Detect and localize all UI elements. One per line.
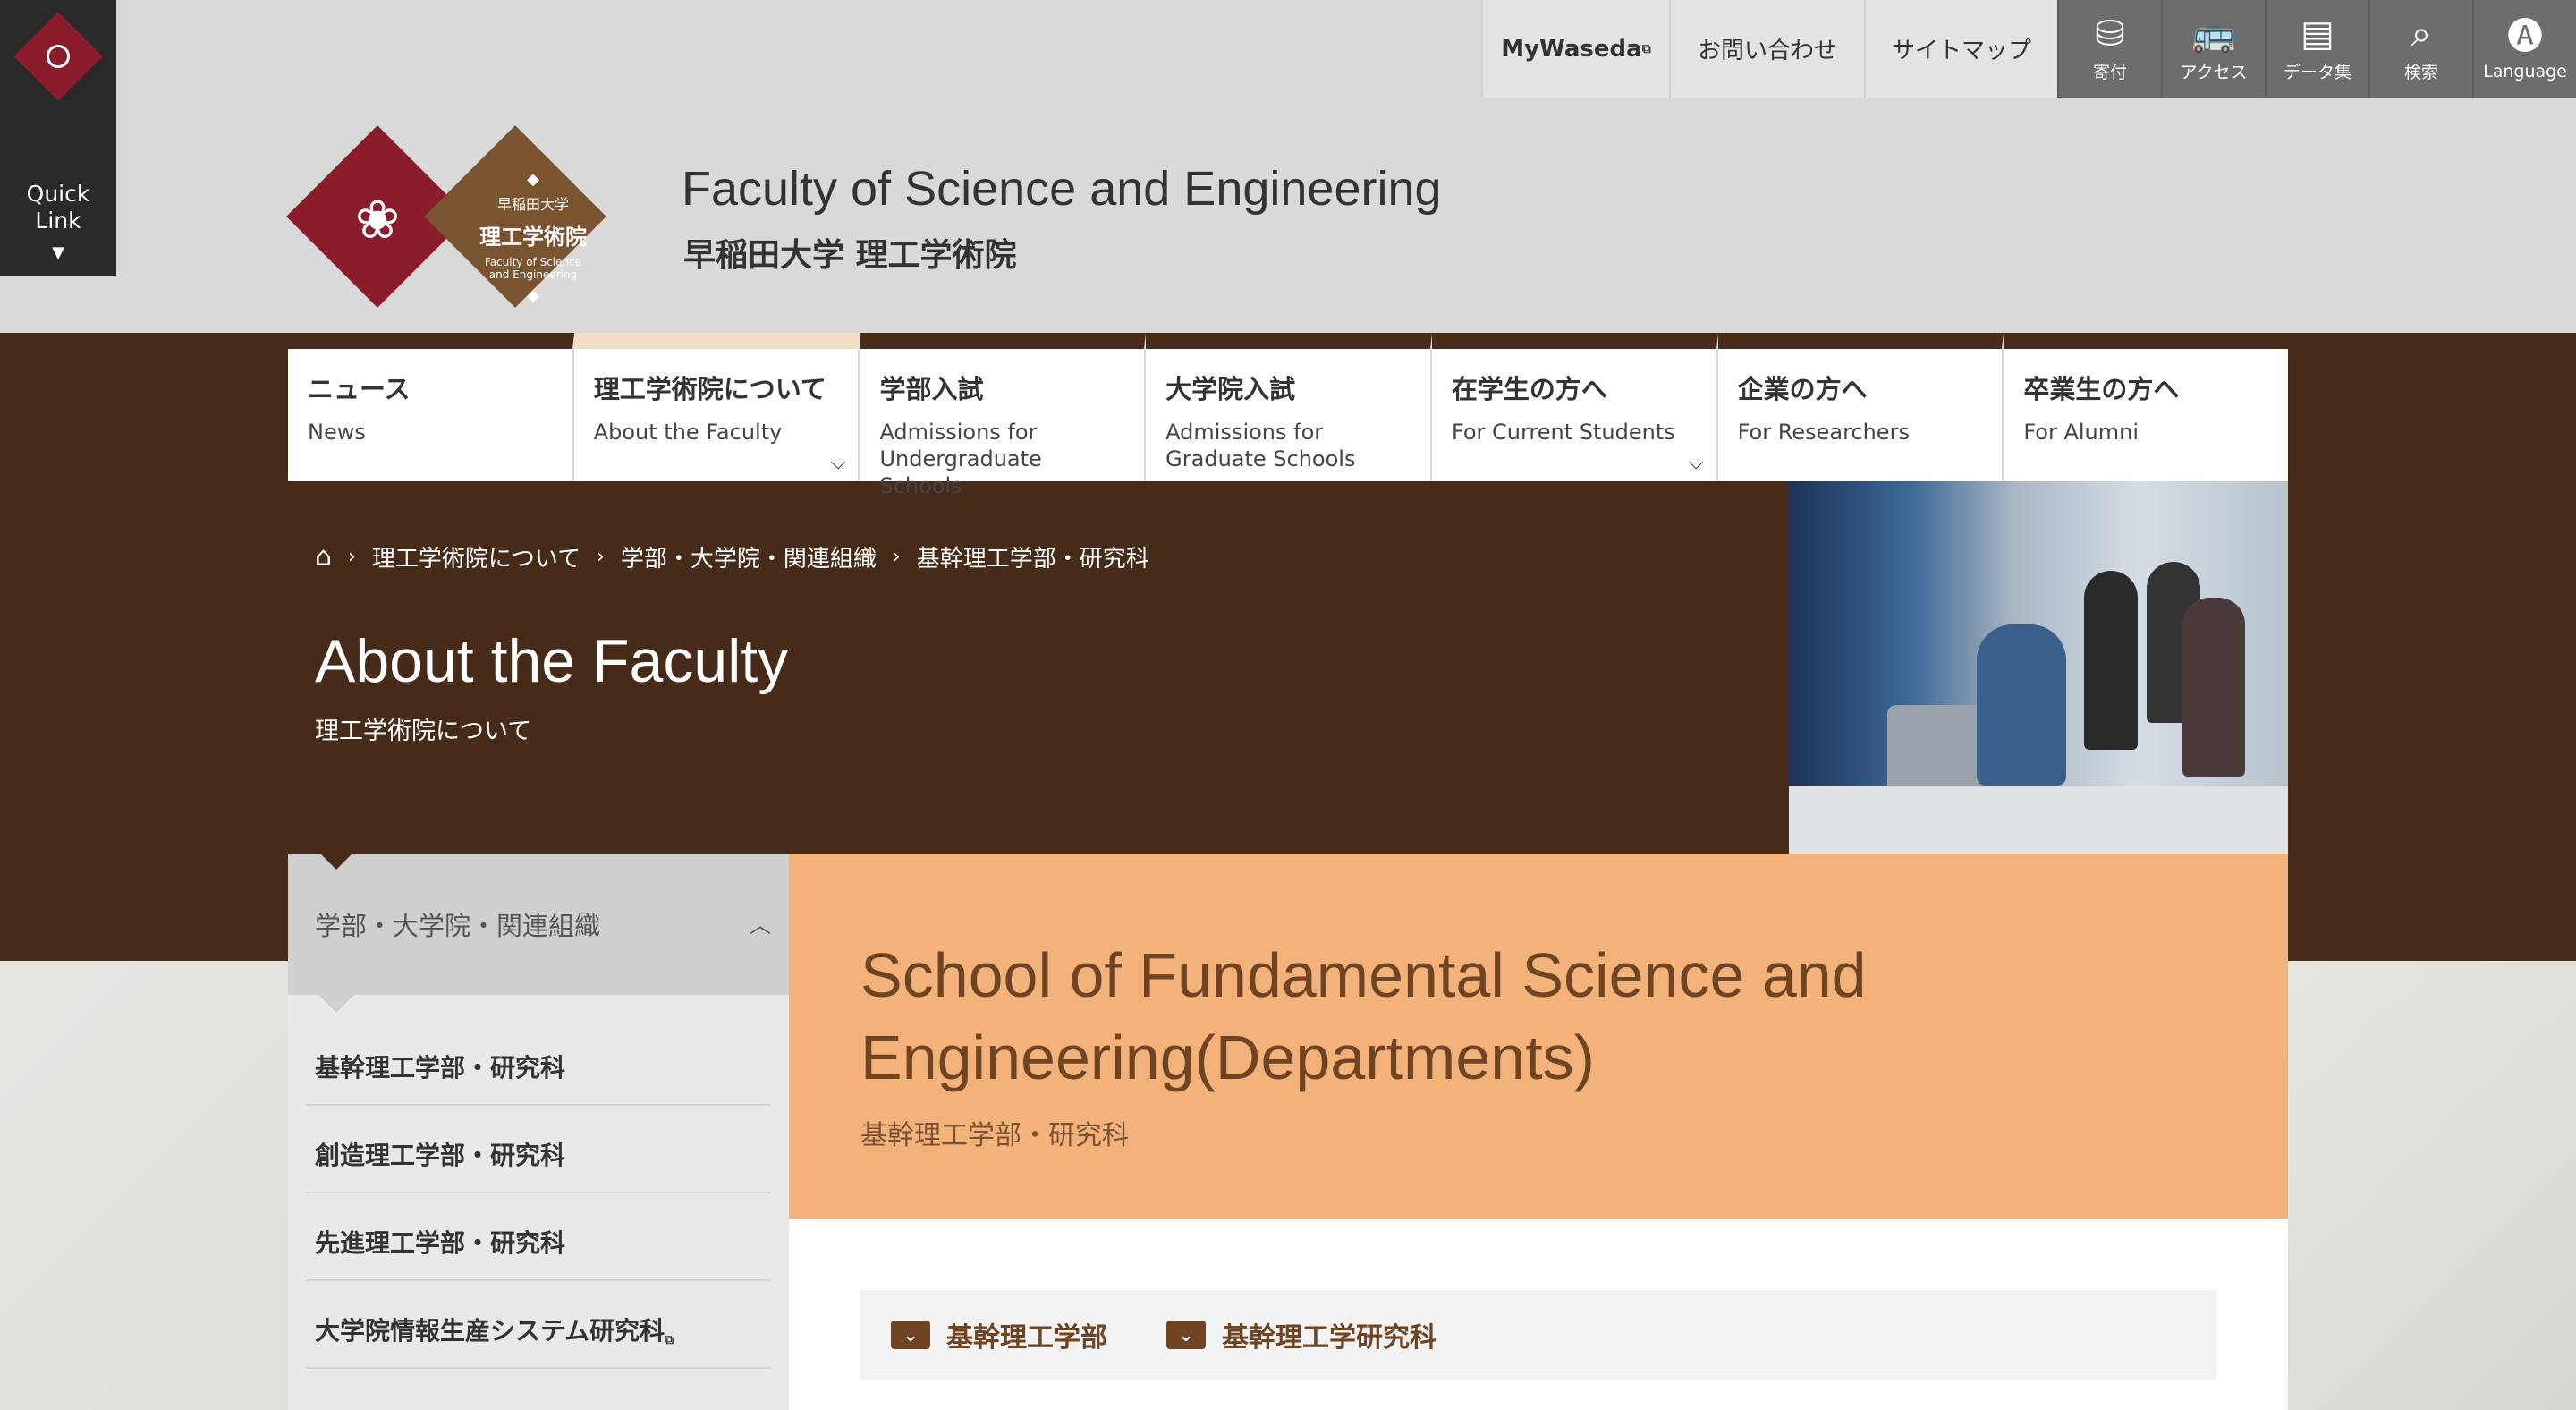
sidebar: 学部・大学院・関連組織 ︿ 基幹理工学部・研究科 創造理工学部・研究科 先進理工… [288,852,789,1410]
section-title: School of Fundamental Science and Engine… [860,940,1867,1092]
nav-item-news[interactable]: ニュース News [288,333,574,481]
chevron-up-icon: ︿ [750,913,771,938]
language-icon: 🅐 [2507,15,2543,57]
sidebar-item-label: 大学院情報生産システム研究科 [315,1316,665,1346]
sidebar-item-ips[interactable]: 大学院情報生産システム研究科⧉ [306,1281,771,1369]
quick-link-panel[interactable]: Quick Link ▼ [0,0,116,276]
quick-link-label: Quick Link [0,181,116,234]
nav-label-en: For Alumni [2023,420,2139,445]
page-title: About the Faculty [315,627,789,695]
chevron-down-icon: ⌄ [891,1321,930,1349]
sitemap-link[interactable]: サイトマップ [1864,0,2057,98]
nav-item-grad-admissions[interactable]: 大学院入試 Admissions for Graduate Schools [1146,333,1432,481]
sidebar-list: 基幹理工学部・研究科 創造理工学部・研究科 先進理工学部・研究科 大学院情報生産… [288,995,789,1369]
sidebar-item-advanced[interactable]: 先進理工学部・研究科 [306,1193,771,1281]
home-icon[interactable]: ⌂ [315,541,332,573]
breadcrumb: ⌂ › 理工学術院について › 学部・大学院・関連組織 › 基幹理工学部・研究科 [315,540,1149,573]
donation-icon: ⛁ [2095,13,2125,55]
nav-item-researchers[interactable]: 企業の方へ For Researchers [1717,333,2004,481]
badge-top-text: 早稲田大学 [496,196,569,213]
chevron-right-icon: › [597,546,605,568]
quick-link-line1: Quick [26,181,90,207]
external-link-icon: ⧉ [665,1333,674,1347]
language-button[interactable]: 🅐 Language [2472,0,2576,98]
nav-item-about[interactable]: 理工学術院について About the Faculty ⌵ [573,333,860,481]
section-hero: School of Fundamental Science and Engine… [789,854,2288,1219]
nav-label-jp: 企業の方へ [1737,374,1868,404]
nav-label-jp: ニュース [308,374,411,404]
waseda-mini-emblem-icon [13,12,103,101]
external-link-icon: ⧉ [1641,41,1651,56]
main-content: ⌄ 基幹理工学部 ⌄ 基幹理工学研究科 [789,1219,2288,1410]
nav-label-en: News [308,420,366,445]
badge-main-text: 理工学術院 [479,225,587,250]
mywaseda-label: MyWaseda [1501,35,1642,63]
notch-decoration [318,995,354,1013]
notch-decoration [318,852,354,870]
nav-label-en: About the Faculty [593,420,783,445]
search-label: 検索 [2403,63,2438,82]
search-icon: ⌕ [2411,13,2432,55]
tab-label: 基幹理工学研究科 [1222,1322,1436,1354]
nav-item-undergrad-admissions[interactable]: 学部入試 Admissions for Undergraduate School… [860,333,1147,498]
nav-item-current-students[interactable]: 在学生の方へ For Current Students ⌵ [1431,333,1718,481]
chevron-down-icon: ⌵ [830,452,846,474]
donation-label: 寄付 [2092,63,2127,82]
header-photo [1789,481,2288,854]
language-label: Language [2483,61,2567,81]
nav-label-jp: 在学生の方へ [1451,374,1607,404]
waseda-emblem-icon: ❀ [354,189,401,251]
breadcrumb-item[interactable]: 理工学術院について [372,540,580,573]
breadcrumb-item[interactable]: 学部・大学院・関連組織 [621,540,877,573]
nav-item-alumni[interactable]: 卒業生の方へ For Alumni [2004,333,2289,481]
data-book-label: データ集 [2283,63,2351,82]
chevron-right-icon: › [892,546,901,568]
site-subtitle: 早稲田大学 理工学術院 [683,237,1017,274]
tab-graduate[interactable]: ⌄ 基幹理工学研究科 [1166,1315,1436,1355]
nav-label-jp: 理工学術院について [593,374,826,404]
nav-label-jp: 卒業生の方へ [2023,374,2180,404]
breadcrumb-current: 基幹理工学部・研究科 [916,546,1149,573]
anchor-tabs: ⌄ 基幹理工学部 ⌄ 基幹理工学研究科 [860,1290,2216,1380]
nav-label-en: Admissions for Undergraduate Schools [879,420,1042,498]
chevron-down-icon: ⌄ [1166,1321,1206,1349]
caret-down-icon: ▼ [52,243,64,262]
global-nav: ニュース News 理工学術院について About the Faculty ⌵ … [288,333,2289,498]
data-book-icon: ▤ [2301,13,2334,55]
diamond-dot-icon: ◆ [527,286,539,305]
sidebar-heading-label: 学部・大学院・関連組織 [315,911,601,941]
nav-label-jp: 大学院入試 [1165,374,1296,404]
contact-link[interactable]: お問い合わせ [1669,0,1864,98]
sidebar-heading[interactable]: 学部・大学院・関連組織 ︿ [288,852,789,1013]
site-header: MyWaseda ⧉ お問い合わせ サイトマップ ⛁ 寄付 🚌 アクセス ▤ デー… [0,0,2576,333]
chevron-right-icon: › [348,546,356,568]
section-subtitle: 基幹理工学部・研究科 [860,1120,1129,1151]
quick-link-line2: Link [35,208,81,234]
search-button[interactable]: ⌕ 検索 [2368,0,2472,98]
access-label: アクセス [2180,63,2248,82]
sidebar-item-fundamental[interactable]: 基幹理工学部・研究科 [306,1027,771,1106]
tab-label: 基幹理工学部 [946,1322,1107,1354]
faculty-badge-text: ◆ 早稲田大学 理工学術院 Faculty of Science and Eng… [467,170,599,305]
tab-undergraduate[interactable]: ⌄ 基幹理工学部 [891,1315,1107,1355]
data-book-button[interactable]: ▤ データ集 [2265,0,2368,98]
nav-label-en: Admissions for Graduate Schools [1165,420,1356,471]
diamond-dot-icon: ◆ [527,170,539,189]
bus-icon: 🚌 [2191,13,2236,55]
chevron-down-icon: ⌵ [1688,452,1704,474]
nav-label-en: For Current Students [1451,420,1675,445]
badge-en-line1: Faculty of Science [484,256,582,268]
access-button[interactable]: 🚌 アクセス [2161,0,2265,98]
sidebar-item-creative[interactable]: 創造理工学部・研究科 [306,1106,771,1193]
badge-en-line2: and Engineering [488,268,578,281]
utility-bar: MyWaseda ⧉ お問い合わせ サイトマップ ⛁ 寄付 🚌 アクセス ▤ デー… [1481,0,2576,98]
site-title[interactable]: Faculty of Science and Engineering [682,161,1442,217]
nav-label-jp: 学部入試 [879,374,984,404]
mywaseda-link[interactable]: MyWaseda ⧉ [1481,0,1669,98]
donation-button[interactable]: ⛁ 寄付 [2057,0,2161,98]
nav-label-en: For Researchers [1737,420,1910,445]
page-subtitle: 理工学術院について [315,718,532,745]
